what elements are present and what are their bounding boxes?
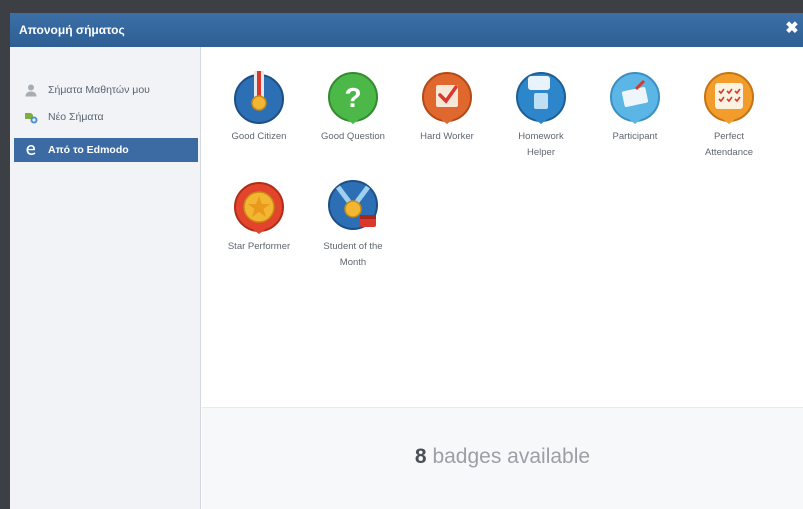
badge-good-citizen[interactable]: Good Citizen (221, 67, 297, 145)
badge-label: Good Question (321, 131, 385, 142)
close-icon[interactable]: ✖ (784, 20, 800, 38)
star-icon (230, 177, 288, 235)
ballot-icon (606, 67, 664, 125)
badge-label: Student of the Month (323, 241, 383, 268)
badge-perfect-attendance[interactable]: Perfect Attendance (691, 67, 767, 161)
sidebar-item-my-student-badges[interactable]: Σήματα Μαθητών μου (14, 78, 198, 102)
badge-count-footer: 8 badges available (202, 407, 803, 509)
sidebar: Σήματα Μαθητών μου Νέο Σήματα Από το Edm… (10, 47, 201, 509)
badge-star-performer[interactable]: Star Performer (221, 177, 297, 255)
badge-student-of-the-month[interactable]: Student of the Month (315, 177, 391, 271)
sidebar-item-label: Νέο Σήματα (48, 111, 104, 123)
calendar-icon (700, 67, 758, 125)
medal-icon (230, 67, 288, 125)
dialog-titlebar: Απονομή σήματος ✖ (10, 13, 803, 47)
badge-label: Good Citizen (231, 131, 287, 142)
sidebar-item-label: Σήματα Μαθητών μου (48, 84, 150, 96)
award-badge-dialog: Απονομή σήματος ✖ Σήματα Μαθητών μου Νέο… (10, 13, 803, 509)
badge-label: Perfect Attendance (704, 131, 754, 158)
badge-gallery: Good Citizen ? Good Question Hard Worker… (202, 47, 803, 509)
badge-count: 8 badges available (202, 445, 803, 469)
question-icon: ? (324, 67, 382, 125)
badge-add-icon (24, 110, 38, 124)
badge-participant[interactable]: Participant (597, 67, 673, 145)
checklist-icon (418, 67, 476, 125)
sidebar-item-label: Από το Edmodo (48, 144, 129, 156)
badge-hard-worker[interactable]: Hard Worker (409, 67, 485, 145)
speech-bubble-icon (512, 67, 570, 125)
sidebar-item-new-badges[interactable]: Νέο Σήματα (14, 105, 198, 129)
sidebar-item-from-edmodo[interactable]: Από το Edmodo (14, 138, 198, 162)
user-icon (24, 83, 38, 97)
month-medal-icon (324, 177, 382, 235)
badge-count-number: 8 (414, 445, 427, 468)
badge-label: Homework Helper (518, 131, 564, 158)
badge-good-question[interactable]: ? Good Question (315, 67, 391, 145)
badge-label: Hard Worker (420, 131, 474, 142)
dialog-title: Απονομή σήματος (19, 23, 125, 37)
badge-label: Participant (612, 131, 658, 142)
badge-count-suffix: badges available (426, 445, 591, 468)
svg-text:?: ? (344, 82, 361, 113)
badge-homework-helper[interactable]: Homework Helper (503, 67, 579, 161)
badge-label: Star Performer (227, 241, 291, 252)
edmodo-icon (24, 143, 38, 157)
